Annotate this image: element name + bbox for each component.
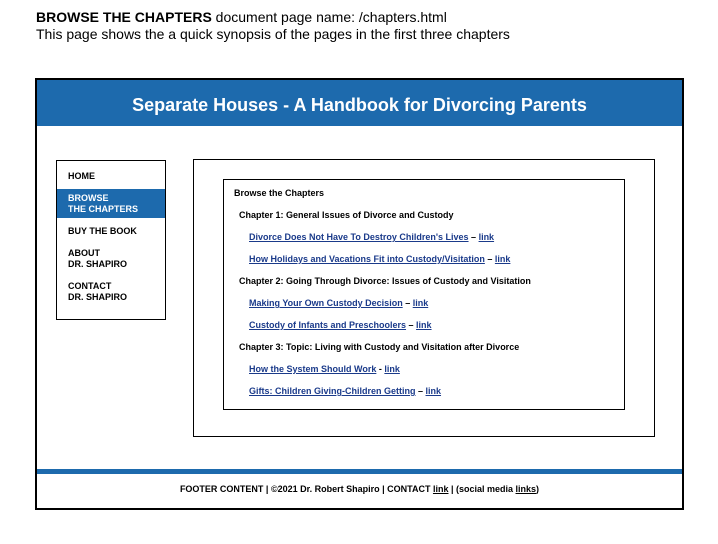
content-area: Browse the Chapters Chapter 1: General I…	[193, 159, 655, 437]
chapter-3-entry-2-title[interactable]: Gifts: Children Giving-Children Getting	[249, 386, 416, 396]
separator: –	[415, 386, 426, 396]
nav-buy-book[interactable]: BUY THE BOOK	[57, 226, 165, 237]
chapter-3-entry-2-link[interactable]: link	[426, 386, 442, 396]
chapter-2-entry-2: Custody of Infants and Preschoolers – li…	[249, 320, 432, 330]
caption-title: BROWSE THE CHAPTERS	[36, 9, 212, 25]
chapter-2-entry-2-link[interactable]: link	[416, 320, 432, 330]
nav-contact-label-2: DR. SHAPIRO	[68, 292, 128, 302]
caption-page-name: document page name: /chapters.html	[211, 9, 447, 25]
nav-home[interactable]: HOME	[57, 171, 165, 182]
chapter-1-entry-2: How Holidays and Vacations Fit into Cust…	[249, 254, 510, 264]
site-mockup: Separate Houses - A Handbook for Divorci…	[35, 78, 684, 510]
chapters-panel: Browse the Chapters Chapter 1: General I…	[223, 179, 625, 410]
chapter-2-entry-1-link[interactable]: link	[413, 298, 429, 308]
footer-divider	[37, 469, 682, 474]
chapter-3-entry-1-link[interactable]: link	[384, 364, 400, 374]
nav-about-label-2: DR. SHAPIRO	[68, 259, 128, 269]
footer-text-3: )	[536, 484, 540, 494]
nav-contact-label-1: CONTACT	[68, 281, 112, 291]
nav-buy-label: BUY THE BOOK	[68, 226, 137, 236]
chapter-3-entry-2: Gifts: Children Giving-Children Getting …	[249, 386, 441, 396]
nav-home-label: HOME	[68, 171, 95, 181]
separator: –	[484, 254, 495, 264]
chapter-3-heading: Chapter 3: Topic: Living with Custody an…	[239, 342, 520, 352]
chapter-1-entry-2-link[interactable]: link	[495, 254, 511, 264]
separator: –	[402, 298, 413, 308]
chapter-2-entry-1: Making Your Own Custody Decision – link	[249, 298, 428, 308]
nav-contact[interactable]: CONTACT DR. SHAPIRO	[57, 281, 165, 303]
nav-browse-chapters[interactable]: BROWSE THE CHAPTERS	[57, 189, 165, 218]
footer-text: FOOTER CONTENT | ©2021 Dr. Robert Shapir…	[179, 484, 433, 494]
site-footer: FOOTER CONTENT | ©2021 Dr. Robert Shapir…	[37, 484, 682, 494]
chapter-2-entry-1-title[interactable]: Making Your Own Custody Decision	[249, 298, 403, 308]
footer-text-2: | (social media	[448, 484, 516, 494]
chapter-1-entry-1-link[interactable]: link	[479, 232, 495, 242]
chapter-1-entry-1-title[interactable]: Divorce Does Not Have To Destroy Childre…	[249, 232, 469, 242]
caption-line-2: This page shows the a quick synopsis of …	[36, 26, 510, 42]
chapter-1-entry-1: Divorce Does Not Have To Destroy Childre…	[249, 232, 494, 242]
footer-social-links[interactable]: links	[516, 484, 537, 494]
separator: –	[406, 320, 417, 330]
section-title: Browse the Chapters	[234, 188, 325, 198]
sidebar-nav: HOME BROWSE THE CHAPTERS BUY THE BOOK AB…	[56, 160, 166, 320]
nav-browse-label-1: BROWSE	[68, 193, 109, 203]
chapter-3-entry-1-title[interactable]: How the System Should Work	[249, 364, 376, 374]
chapter-2-entry-2-title[interactable]: Custody of Infants and Preschoolers	[249, 320, 406, 330]
chapter-2-heading: Chapter 2: Going Through Divorce: Issues…	[239, 276, 531, 286]
chapter-3-entry-1: How the System Should Work - link	[249, 364, 400, 374]
chapter-1-heading: Chapter 1: General Issues of Divorce and…	[239, 210, 454, 220]
caption-line-1: BROWSE THE CHAPTERS document page name: …	[36, 9, 510, 26]
nav-about[interactable]: ABOUT DR. SHAPIRO	[57, 248, 165, 270]
site-header: Separate Houses - A Handbook for Divorci…	[37, 80, 682, 126]
separator: –	[468, 232, 479, 242]
page-caption: BROWSE THE CHAPTERS document page name: …	[36, 9, 510, 43]
nav-browse-label-2: THE CHAPTERS	[68, 204, 139, 214]
chapter-1-entry-2-title[interactable]: How Holidays and Vacations Fit into Cust…	[249, 254, 485, 264]
nav-about-label-1: ABOUT	[68, 248, 100, 258]
footer-contact-link[interactable]: link	[433, 484, 449, 494]
